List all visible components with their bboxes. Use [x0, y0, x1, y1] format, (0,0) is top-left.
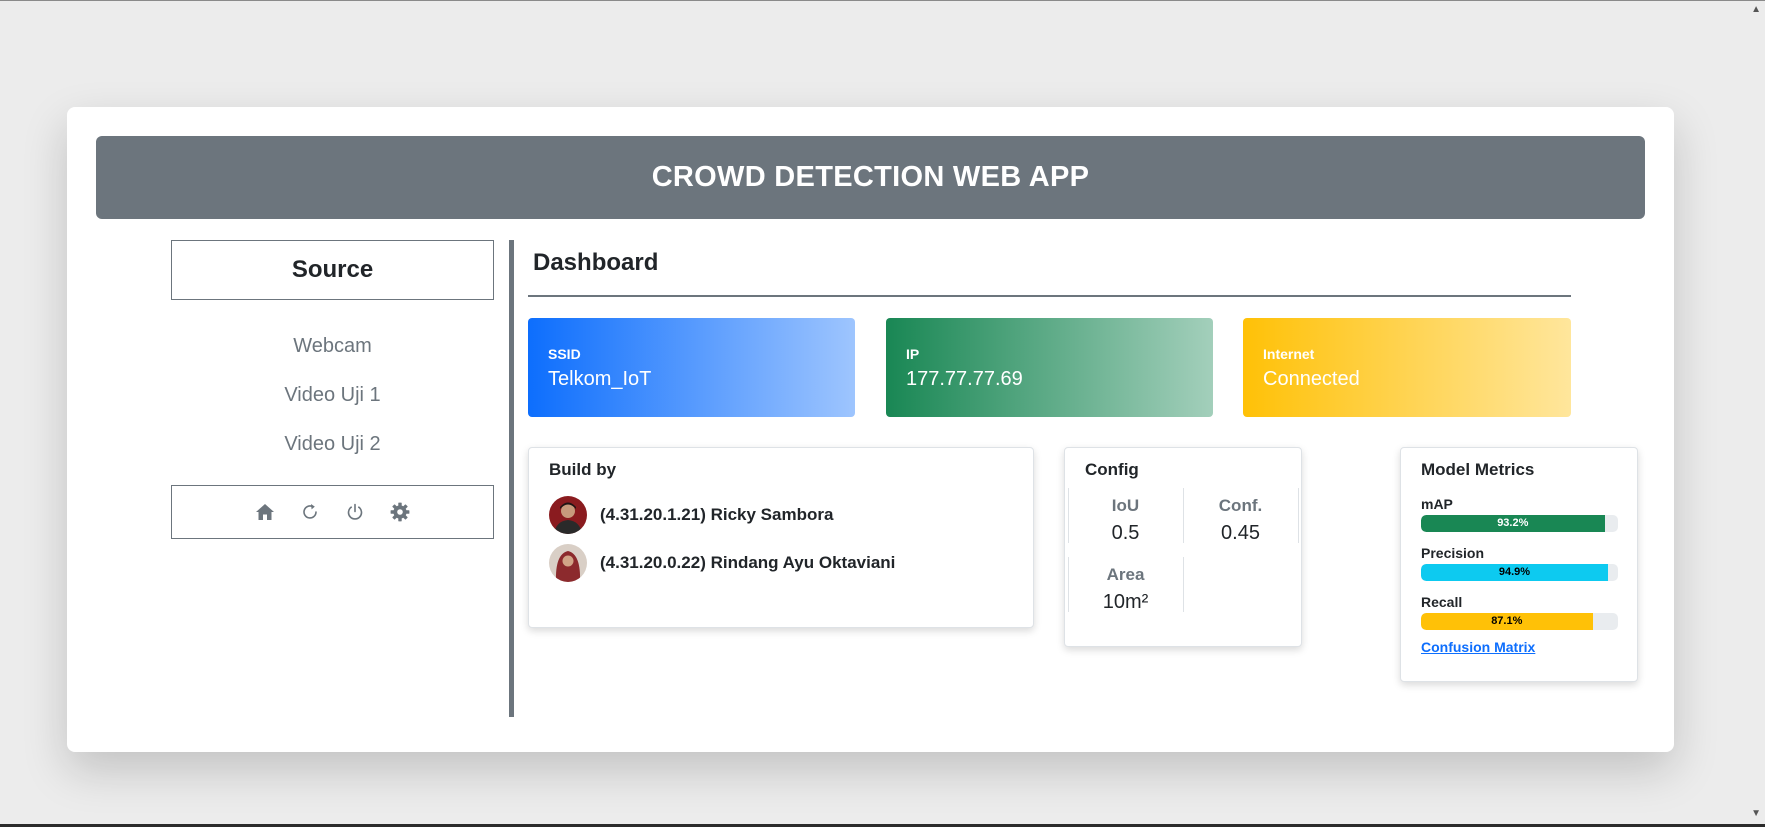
member-row: (4.31.20.0.22) Rindang Ayu Oktaviani — [549, 544, 1013, 582]
scroll-up-arrow-icon[interactable]: ▲ — [1751, 4, 1761, 15]
precision-progress-bar: 94.9% — [1421, 564, 1618, 581]
ip-label: IP — [906, 346, 920, 362]
source-item-webcam[interactable]: Webcam — [171, 322, 494, 371]
map-progress-bar: 93.2% — [1421, 515, 1618, 532]
config-separator — [1068, 557, 1069, 612]
member-row: (4.31.20.1.21) Ricky Sambora — [549, 496, 1013, 534]
scroll-down-arrow-icon[interactable]: ▼ — [1751, 808, 1761, 819]
config-separator — [1298, 488, 1299, 543]
sidebar-divider — [509, 240, 514, 717]
confusion-matrix-link[interactable]: Confusion Matrix — [1421, 639, 1617, 655]
config-conf-label: Conf. — [1218, 496, 1263, 515]
ssid-label: SSID — [548, 346, 581, 362]
config-area-value: 10m² — [1102, 591, 1149, 613]
internet-label: Internet — [1263, 346, 1315, 362]
ip-card: IP 177.77.77.69 — [886, 318, 1213, 417]
internet-value: Connected — [1263, 368, 1360, 390]
build-by-panel: Build by (4.31.20.1.21) Ricky Sambora (4… — [528, 447, 1034, 628]
power-icon[interactable] — [345, 502, 365, 522]
config-conf: Conf. 0.45 — [1183, 488, 1298, 548]
main-card: CROWD DETECTION WEB APP Source Webcam Vi… — [67, 107, 1674, 752]
home-icon[interactable] — [255, 502, 275, 522]
source-sidebar: Source Webcam Video Uji 1 Video Uji 2 — [171, 240, 494, 539]
config-iou-value: 0.5 — [1111, 522, 1140, 544]
config-iou-label: IoU — [1111, 496, 1140, 515]
action-icon-bar — [171, 485, 494, 539]
config-separator — [1183, 557, 1184, 612]
dashboard-divider — [528, 295, 1571, 297]
map-progress-fill: 93.2% — [1421, 515, 1605, 532]
config-iou: IoU 0.5 — [1068, 488, 1183, 548]
config-conf-value: 0.45 — [1221, 522, 1260, 544]
source-list: Webcam Video Uji 1 Video Uji 2 — [171, 322, 494, 469]
member-name: (4.31.20.0.22) Rindang Ayu Oktaviani — [600, 553, 896, 572]
precision-progress-fill: 94.9% — [1421, 564, 1608, 581]
recall-progress-fill: 87.1% — [1421, 613, 1593, 630]
ip-value: 177.77.77.69 — [906, 368, 1023, 390]
avatar — [549, 544, 587, 582]
source-item-video-uji-1[interactable]: Video Uji 1 — [171, 371, 494, 420]
gear-icon[interactable] — [390, 502, 410, 522]
config-panel: Config IoU 0.5 Conf. 0.45 Area 10m² — [1064, 447, 1302, 647]
ssid-card: SSID Telkom_IoT — [528, 318, 855, 417]
model-metrics-panel: Model Metrics mAP 93.2% Precision 94.9% … — [1400, 447, 1638, 682]
recall-label: Recall — [1421, 594, 1463, 610]
precision-label: Precision — [1421, 545, 1485, 561]
app-header: CROWD DETECTION WEB APP — [96, 136, 1645, 219]
config-separator — [1068, 488, 1069, 543]
config-separator — [1183, 488, 1184, 543]
config-area: Area 10m² — [1068, 557, 1183, 617]
model-metrics-title: Model Metrics — [1421, 460, 1535, 479]
build-by-title: Build by — [549, 460, 617, 479]
recall-progress-bar: 87.1% — [1421, 613, 1618, 630]
source-title: Source — [291, 256, 374, 283]
map-label: mAP — [1421, 496, 1453, 512]
source-header-box: Source — [171, 240, 494, 300]
dashboard-title: Dashboard — [533, 249, 659, 276]
app-title: CROWD DETECTION WEB APP — [651, 161, 1090, 193]
window-top-border — [0, 0, 1765, 1]
source-item-video-uji-2[interactable]: Video Uji 2 — [171, 420, 494, 469]
internet-card: Internet Connected — [1243, 318, 1571, 417]
member-name: (4.31.20.1.21) Ricky Sambora — [600, 505, 834, 524]
config-title: Config — [1085, 460, 1139, 479]
config-area-label: Area — [1106, 565, 1145, 584]
ssid-value: Telkom_IoT — [548, 368, 652, 390]
avatar — [549, 496, 587, 534]
refresh-icon[interactable] — [300, 502, 320, 522]
